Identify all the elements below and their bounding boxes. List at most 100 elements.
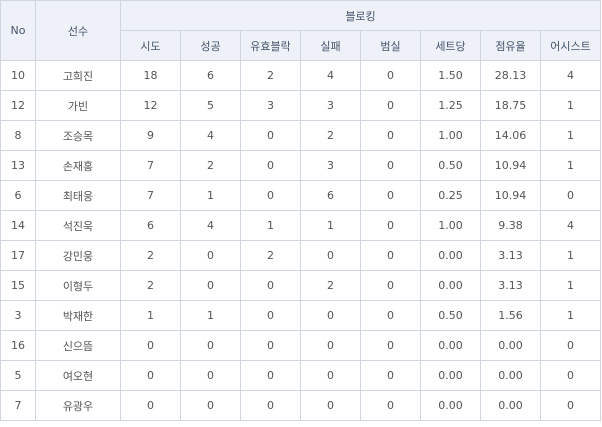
- cell-error: 0: [360, 120, 421, 151]
- cell-effective-block: 3: [240, 90, 301, 121]
- cell-error: 0: [360, 270, 421, 301]
- cell-effective-block: 0: [240, 150, 301, 181]
- cell-player: 손재홍: [35, 150, 121, 181]
- cell-attempts: 7: [120, 150, 181, 181]
- cell-assist: 0: [540, 360, 601, 391]
- cell-success: 5: [180, 90, 241, 121]
- cell-fail: 6: [300, 180, 361, 211]
- cell-attempts: 18: [120, 60, 181, 91]
- cell-player: 고희진: [35, 60, 121, 91]
- cell-player: 강민웅: [35, 240, 121, 271]
- cell-fail: 0: [300, 330, 361, 361]
- table-row: 12 가빈 12 5 3 3 0 1.25 18.75 1: [0, 90, 601, 121]
- cell-attempts: 6: [120, 210, 181, 241]
- cell-error: 0: [360, 390, 421, 421]
- cell-assist: 1: [540, 300, 601, 331]
- cell-success: 4: [180, 210, 241, 241]
- cell-per-set: 0.25: [420, 180, 481, 211]
- cell-effective-block: 2: [240, 240, 301, 271]
- cell-no: 17: [0, 240, 36, 271]
- table-row: 8 조승목 9 4 0 2 0 1.00 14.06 1: [0, 120, 601, 151]
- cell-share: 18.75: [480, 90, 541, 121]
- cell-attempts: 0: [120, 390, 181, 421]
- cell-no: 3: [0, 300, 36, 331]
- cell-success: 0: [180, 330, 241, 361]
- header-per-set: 세트당: [420, 30, 481, 61]
- cell-fail: 3: [300, 150, 361, 181]
- cell-share: 0.00: [480, 390, 541, 421]
- cell-per-set: 0.50: [420, 150, 481, 181]
- cell-assist: 1: [540, 150, 601, 181]
- cell-fail: 2: [300, 270, 361, 301]
- cell-share: 1.56: [480, 300, 541, 331]
- cell-effective-block: 1: [240, 210, 301, 241]
- cell-fail: 1: [300, 210, 361, 241]
- cell-player: 신으뜸: [35, 330, 121, 361]
- cell-share: 10.94: [480, 180, 541, 211]
- cell-no: 8: [0, 120, 36, 151]
- cell-assist: 1: [540, 270, 601, 301]
- header-no: No: [0, 0, 36, 61]
- cell-attempts: 2: [120, 270, 181, 301]
- table-row: 14 석진욱 6 4 1 1 0 1.00 9.38 4: [0, 210, 601, 241]
- cell-per-set: 0.00: [420, 330, 481, 361]
- table-row: 16 신으뜸 0 0 0 0 0 0.00 0.00 0: [0, 330, 601, 361]
- cell-player: 이형두: [35, 270, 121, 301]
- cell-no: 12: [0, 90, 36, 121]
- cell-per-set: 0.00: [420, 240, 481, 271]
- cell-no: 14: [0, 210, 36, 241]
- table-body: 10 고희진 18 6 2 4 0 1.50 28.13 4 12 가빈 12 5 3 3 0 1.25 18.75…: [0, 60, 601, 421]
- table-row: 17 강민웅 2 0 2 0 0 0.00 3.13 1: [0, 240, 601, 271]
- cell-share: 0.00: [480, 360, 541, 391]
- cell-assist: 4: [540, 210, 601, 241]
- cell-success: 0: [180, 270, 241, 301]
- cell-fail: 4: [300, 60, 361, 91]
- header-error: 범실: [360, 30, 421, 61]
- cell-assist: 0: [540, 180, 601, 211]
- header-blocking-group: 블로킹: [120, 0, 601, 31]
- cell-assist: 1: [540, 90, 601, 121]
- cell-no: 13: [0, 150, 36, 181]
- cell-success: 6: [180, 60, 241, 91]
- cell-per-set: 1.50: [420, 60, 481, 91]
- cell-error: 0: [360, 300, 421, 331]
- cell-per-set: 1.25: [420, 90, 481, 121]
- cell-success: 0: [180, 390, 241, 421]
- cell-share: 0.00: [480, 330, 541, 361]
- cell-attempts: 0: [120, 360, 181, 391]
- table-row: 13 손재홍 7 2 0 3 0 0.50 10.94 1: [0, 150, 601, 181]
- cell-share: 10.94: [480, 150, 541, 181]
- cell-fail: 0: [300, 300, 361, 331]
- cell-assist: 4: [540, 60, 601, 91]
- cell-success: 1: [180, 300, 241, 331]
- blocking-stats-table: No 선수 블로킹 시도 성공 유효블락 실패 범실 세트당 점유율 어시스트 …: [0, 0, 601, 421]
- cell-share: 28.13: [480, 60, 541, 91]
- header-effective-block: 유효블락: [240, 30, 301, 61]
- cell-attempts: 7: [120, 180, 181, 211]
- cell-error: 0: [360, 180, 421, 211]
- cell-success: 4: [180, 120, 241, 151]
- header-success: 성공: [180, 30, 241, 61]
- cell-effective-block: 2: [240, 60, 301, 91]
- cell-player: 조승목: [35, 120, 121, 151]
- cell-share: 9.38: [480, 210, 541, 241]
- cell-per-set: 0.00: [420, 390, 481, 421]
- cell-fail: 0: [300, 360, 361, 391]
- cell-effective-block: 0: [240, 390, 301, 421]
- table-row: 5 여오현 0 0 0 0 0 0.00 0.00 0: [0, 360, 601, 391]
- cell-error: 0: [360, 150, 421, 181]
- cell-fail: 0: [300, 390, 361, 421]
- cell-per-set: 0.00: [420, 360, 481, 391]
- cell-assist: 0: [540, 330, 601, 361]
- cell-player: 가빈: [35, 90, 121, 121]
- cell-success: 1: [180, 180, 241, 211]
- cell-no: 5: [0, 360, 36, 391]
- cell-per-set: 1.00: [420, 210, 481, 241]
- table-row: 10 고희진 18 6 2 4 0 1.50 28.13 4: [0, 60, 601, 91]
- table-row: 6 최태웅 7 1 0 6 0 0.25 10.94 0: [0, 180, 601, 211]
- cell-no: 6: [0, 180, 36, 211]
- cell-assist: 0: [540, 390, 601, 421]
- cell-per-set: 0.50: [420, 300, 481, 331]
- cell-share: 3.13: [480, 240, 541, 271]
- cell-no: 15: [0, 270, 36, 301]
